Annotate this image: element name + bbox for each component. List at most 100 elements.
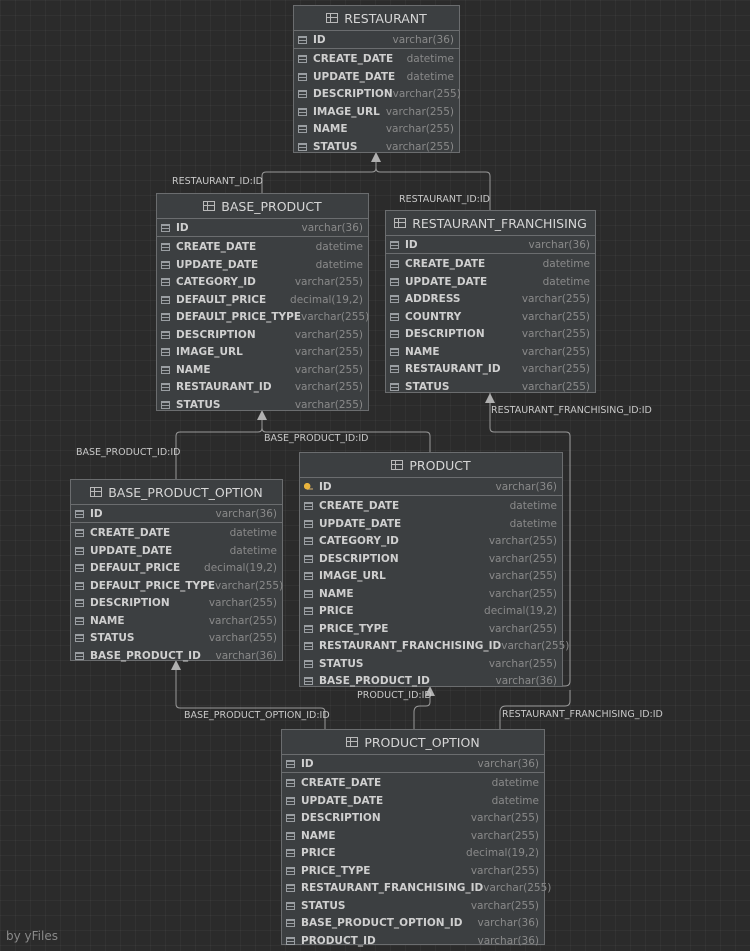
column-row[interactable]: DEFAULT_PRICE_TYPE varchar(255) — [157, 309, 369, 326]
edge-label-po-product: PRODUCT_ID:ID — [357, 690, 432, 701]
column-name: CREATE_DATE — [301, 777, 382, 789]
column-icon — [304, 519, 313, 528]
column-row[interactable]: COUNTRY varchar(255) — [386, 308, 595, 325]
column-icon — [298, 142, 307, 151]
column-row[interactable]: ID varchar(36) — [300, 478, 562, 496]
column-type: datetime — [509, 517, 557, 530]
column-name: UPDATE_DATE — [319, 517, 402, 530]
column-row[interactable]: UPDATE_DATE datetime — [386, 273, 595, 290]
column-icon — [390, 347, 399, 356]
column-type: varchar(36) — [215, 649, 277, 662]
column-row[interactable]: ID varchar(36) — [282, 755, 544, 773]
column-row[interactable]: ADDRESS varchar(255) — [386, 291, 595, 308]
column-type: varchar(255) — [521, 380, 590, 393]
column-row[interactable]: IMAGE_URL varchar(255) — [157, 344, 368, 361]
column-icon — [304, 502, 313, 510]
column-row[interactable]: RESTAURANT_FRANCHISING_ID varchar(255) — [300, 638, 569, 655]
column-row[interactable]: NAME varchar(255) — [300, 585, 562, 602]
column-name: RESTAURANT_FRANCHISING_ID — [319, 640, 502, 652]
column-name: PRICE_TYPE — [301, 864, 371, 877]
column-row[interactable]: STATUS varchar(255) — [157, 396, 368, 413]
column-row[interactable]: DESCRIPTION varchar(255) — [157, 326, 368, 343]
column-name: DESCRIPTION — [405, 328, 485, 340]
column-row[interactable]: STATUS varchar(255) — [71, 630, 282, 647]
column-row[interactable]: DESCRIPTION varchar(255) — [282, 810, 544, 827]
column-row[interactable]: UPDATE_DATE datetime — [282, 792, 544, 809]
column-row[interactable]: DESCRIPTION varchar(255) — [386, 326, 595, 343]
column-row[interactable]: NAME varchar(255) — [386, 343, 595, 360]
column-row[interactable]: PRICE_TYPE varchar(255) — [282, 862, 544, 879]
column-icon — [286, 866, 295, 875]
column-row[interactable]: PRICE_TYPE varchar(255) — [300, 620, 562, 637]
column-row[interactable]: NAME varchar(255) — [71, 612, 282, 629]
column-row[interactable]: IMAGE_URL varchar(255) — [294, 103, 459, 120]
table-title: PRODUCT_OPTION — [364, 734, 480, 750]
column-row[interactable]: ID varchar(36) — [386, 236, 595, 254]
column-row[interactable]: CREATE_DATE datetime — [282, 775, 544, 792]
column-row[interactable]: DEFAULT_PRICE decimal(19,2) — [71, 560, 282, 577]
column-row[interactable]: CREATE_DATE datetime — [386, 256, 595, 273]
column-row[interactable]: DESCRIPTION varchar(255) — [71, 595, 282, 612]
table-base-product-option[interactable]: BASE_PRODUCT_OPTION ID varchar(36) CREATE_D… — [70, 479, 283, 664]
column-row[interactable]: RESTAURANT_ID varchar(255) — [386, 361, 595, 378]
column-row[interactable]: UPDATE_DATE datetime — [157, 256, 368, 273]
table-base-product[interactable]: BASE_PRODUCT ID varchar(36) CREATE_DATE date… — [156, 193, 369, 411]
column-name: PRICE — [319, 605, 354, 617]
column-row[interactable]: BASE_PRODUCT_ID varchar(36) — [71, 647, 282, 664]
column-row[interactable]: RESTAURANT_FRANCHISING_ID varchar(255) — [282, 880, 551, 897]
column-row[interactable]: ID varchar(36) — [294, 31, 459, 49]
table-product[interactable]: PRODUCT ID varchar(36) CREATE_DATE datetime U… — [299, 452, 569, 690]
column-row[interactable]: CATEGORY_ID varchar(255) — [300, 533, 562, 550]
column-row[interactable]: NAME varchar(255) — [282, 827, 544, 844]
column-row[interactable]: CATEGORY_ID varchar(255) — [157, 274, 368, 291]
column-name: STATUS — [405, 380, 450, 393]
column-row[interactable]: CREATE_DATE datetime — [157, 239, 368, 256]
column-row[interactable]: UPDATE_DATE datetime — [294, 68, 459, 85]
column-row[interactable]: ID varchar(36) — [157, 219, 368, 237]
column-row[interactable]: CREATE_DATE datetime — [300, 498, 562, 515]
column-row[interactable]: STATUS varchar(255) — [282, 897, 544, 914]
column-row[interactable]: BASE_PRODUCT_OPTION_ID varchar(36) — [282, 915, 544, 932]
column-row[interactable]: IMAGE_URL varchar(255) — [300, 568, 562, 585]
table-icon — [90, 487, 103, 497]
column-row[interactable]: DESCRIPTION varchar(255) — [300, 550, 562, 567]
column-icon — [390, 295, 399, 303]
column-row[interactable]: PRICE decimal(19,2) — [282, 845, 544, 862]
column-row[interactable]: NAME varchar(255) — [157, 361, 368, 378]
column-row[interactable]: PRODUCT_ID varchar(36) — [282, 932, 544, 949]
table-title: BASE_PRODUCT_OPTION — [108, 484, 263, 500]
column-row[interactable]: UPDATE_DATE datetime — [71, 542, 282, 559]
column-row[interactable]: PRICE decimal(19,2) — [300, 603, 562, 620]
column-name: RESTAURANT_ID — [176, 381, 272, 393]
column-icon — [304, 554, 313, 563]
column-type: varchar(255) — [470, 899, 539, 912]
column-icon — [161, 260, 170, 269]
table-product-option[interactable]: PRODUCT_OPTION ID varchar(36) CREATE_DATE da… — [281, 729, 551, 947]
column-name: CREATE_DATE — [313, 53, 394, 65]
column-name: BASE_PRODUCT_ID — [90, 649, 201, 662]
column-row[interactable]: BASE_PRODUCT_ID varchar(36) — [300, 673, 562, 690]
column-type: decimal(19,2) — [204, 562, 277, 574]
column-row[interactable]: CREATE_DATE datetime — [71, 525, 282, 542]
column-type: varchar(255) — [483, 882, 552, 894]
column-row[interactable]: DEFAULT_PRICE_TYPE varchar(255) — [71, 577, 283, 594]
table-restaurant-franchising[interactable]: RESTAURANT_FRANCHISING ID varchar(36) CREAT… — [385, 210, 596, 393]
column-row[interactable]: ID varchar(36) — [71, 505, 282, 523]
table-icon — [203, 201, 216, 211]
column-row[interactable]: STATUS varchar(255) — [294, 138, 459, 155]
column-icon — [390, 365, 399, 373]
column-name: UPDATE_DATE — [405, 275, 488, 288]
column-row[interactable]: STATUS varchar(255) — [300, 655, 562, 672]
column-type: varchar(255) — [488, 657, 557, 670]
column-row[interactable]: NAME varchar(255) — [294, 121, 459, 138]
column-icon — [298, 125, 307, 133]
column-row[interactable]: CREATE_DATE datetime — [294, 51, 459, 68]
column-row[interactable]: DESCRIPTION varchar(255) — [294, 86, 461, 103]
column-row[interactable]: STATUS varchar(255) — [386, 378, 595, 395]
column-row[interactable]: DEFAULT_PRICE decimal(19,2) — [157, 291, 368, 308]
table-restaurant[interactable]: RESTAURANT ID varchar(36) CREATE_DATE dateti… — [293, 5, 461, 155]
column-type: datetime — [542, 275, 590, 288]
table-icon — [391, 460, 404, 470]
column-row[interactable]: RESTAURANT_ID varchar(255) — [157, 379, 368, 396]
column-row[interactable]: UPDATE_DATE datetime — [300, 515, 562, 532]
